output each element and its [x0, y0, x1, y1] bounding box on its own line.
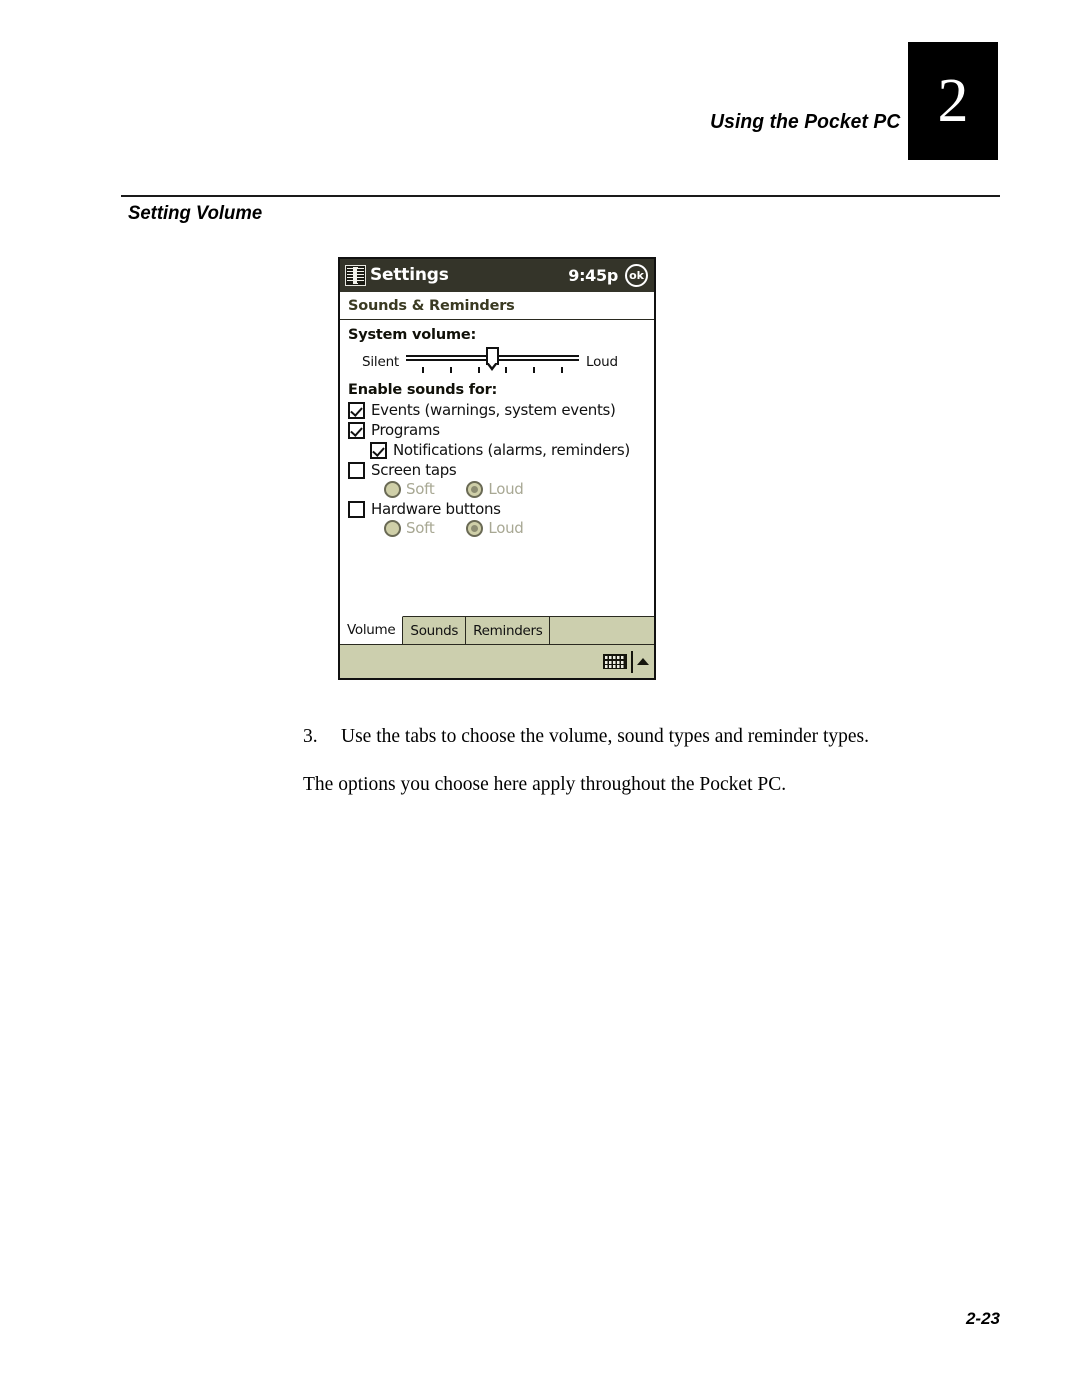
slider-min-label: Silent [362, 354, 400, 370]
system-volume-label: System volume: [348, 327, 477, 343]
checkbox-label: Programs [371, 421, 440, 439]
enable-sounds-label: Enable sounds for: [348, 382, 498, 398]
checkbox-row[interactable]: Notifications (alarms, reminders) [370, 441, 646, 459]
slider-tick [422, 367, 425, 373]
keyboard-icon[interactable] [603, 654, 627, 669]
checkbox-row[interactable]: Screen taps [348, 461, 646, 479]
radio-label: Soft [406, 519, 435, 537]
enable-sounds-checkbox-list: Events (warnings, system events) Programs… [348, 401, 646, 537]
system-volume-slider-row: Silent Loud [362, 346, 646, 378]
radio-group: Soft Loud [384, 519, 646, 537]
page-header: Using the Pocket PC 2 [0, 0, 1080, 200]
checkbox-row[interactable]: Programs [348, 421, 646, 439]
slider-tick [533, 367, 536, 373]
tab-sounds[interactable]: Sounds [403, 617, 467, 644]
slider-tick [449, 367, 452, 373]
radio-unselected-icon[interactable] [384, 480, 401, 498]
slider-thumb[interactable] [486, 347, 500, 371]
slider-tick [505, 367, 508, 373]
settings-book-icon [345, 265, 366, 286]
ok-button[interactable]: ok [625, 264, 648, 287]
checkbox-label: Notifications (alarms, reminders) [393, 441, 630, 459]
page-number: 2-23 [965, 1309, 1000, 1328]
radio-label: Loud [488, 519, 524, 537]
pda-page-subtitle: Sounds & Reminders [340, 292, 654, 320]
checkbox-row[interactable]: Events (warnings, system events) [348, 401, 646, 419]
checkbox-checked-icon[interactable] [348, 421, 365, 439]
checkbox-label: Screen taps [371, 461, 457, 479]
tab-bar-filler [550, 617, 654, 644]
radio-option[interactable]: Soft [384, 519, 435, 537]
pda-title-bar: Settings 9:45p ok [340, 259, 654, 292]
instruction-step: 3. Use the tabs to choose the volume, so… [303, 724, 943, 750]
checkbox-checked-icon[interactable] [370, 441, 387, 459]
section-heading: Setting Volume [128, 202, 263, 224]
slider-tick [477, 367, 480, 373]
followup-paragraph: The options you choose here apply throug… [303, 774, 787, 795]
system-volume-slider[interactable] [406, 346, 580, 378]
radio-selected-icon[interactable] [466, 480, 484, 498]
pda-content-area: System volume: Silent Loud Enable sounds… [340, 320, 654, 614]
radio-label: Soft [406, 480, 435, 498]
pda-input-toolbar [340, 644, 654, 678]
checkbox-label: Hardware buttons [371, 500, 501, 518]
checkbox-checked-icon[interactable] [348, 401, 365, 419]
radio-option[interactable]: Loud [466, 519, 524, 537]
slider-max-label: Loud [586, 354, 618, 370]
radio-group: Soft Loud [384, 480, 646, 498]
checkbox-label: Events (warnings, system events) [371, 401, 616, 419]
step-number: 3. [303, 726, 318, 747]
tab-reminders[interactable]: Reminders [466, 617, 551, 644]
radio-option[interactable]: Loud [466, 480, 524, 498]
chapter-number: 2 [937, 67, 969, 135]
tab-volume[interactable]: Volume [340, 615, 404, 644]
radio-label: Loud [488, 480, 524, 498]
chapter-title: Using the Pocket PC [709, 110, 900, 133]
checkbox-unchecked-icon[interactable] [348, 500, 365, 518]
toolbar-divider [631, 650, 633, 673]
radio-option[interactable]: Soft [384, 480, 435, 498]
slider-tick [561, 367, 564, 373]
radio-selected-icon[interactable] [466, 519, 484, 537]
pda-title-label: Settings [370, 265, 449, 285]
radio-unselected-icon[interactable] [384, 519, 401, 537]
pda-clock: 9:45p [568, 266, 618, 285]
header-divider-rule [121, 195, 1000, 197]
checkbox-row[interactable]: Hardware buttons [348, 500, 646, 518]
slider-ticks [406, 367, 579, 374]
chapter-number-box: 2 [908, 42, 998, 160]
step-text: Use the tabs to choose the volume, sound… [341, 726, 870, 747]
input-panel-arrow-icon[interactable] [637, 658, 649, 665]
checkbox-unchecked-icon[interactable] [348, 461, 365, 479]
pda-tab-bar: Volume Sounds Reminders [340, 615, 654, 644]
pocket-pc-screenshot: Settings 9:45p ok Sounds & Reminders Sys… [338, 257, 656, 680]
